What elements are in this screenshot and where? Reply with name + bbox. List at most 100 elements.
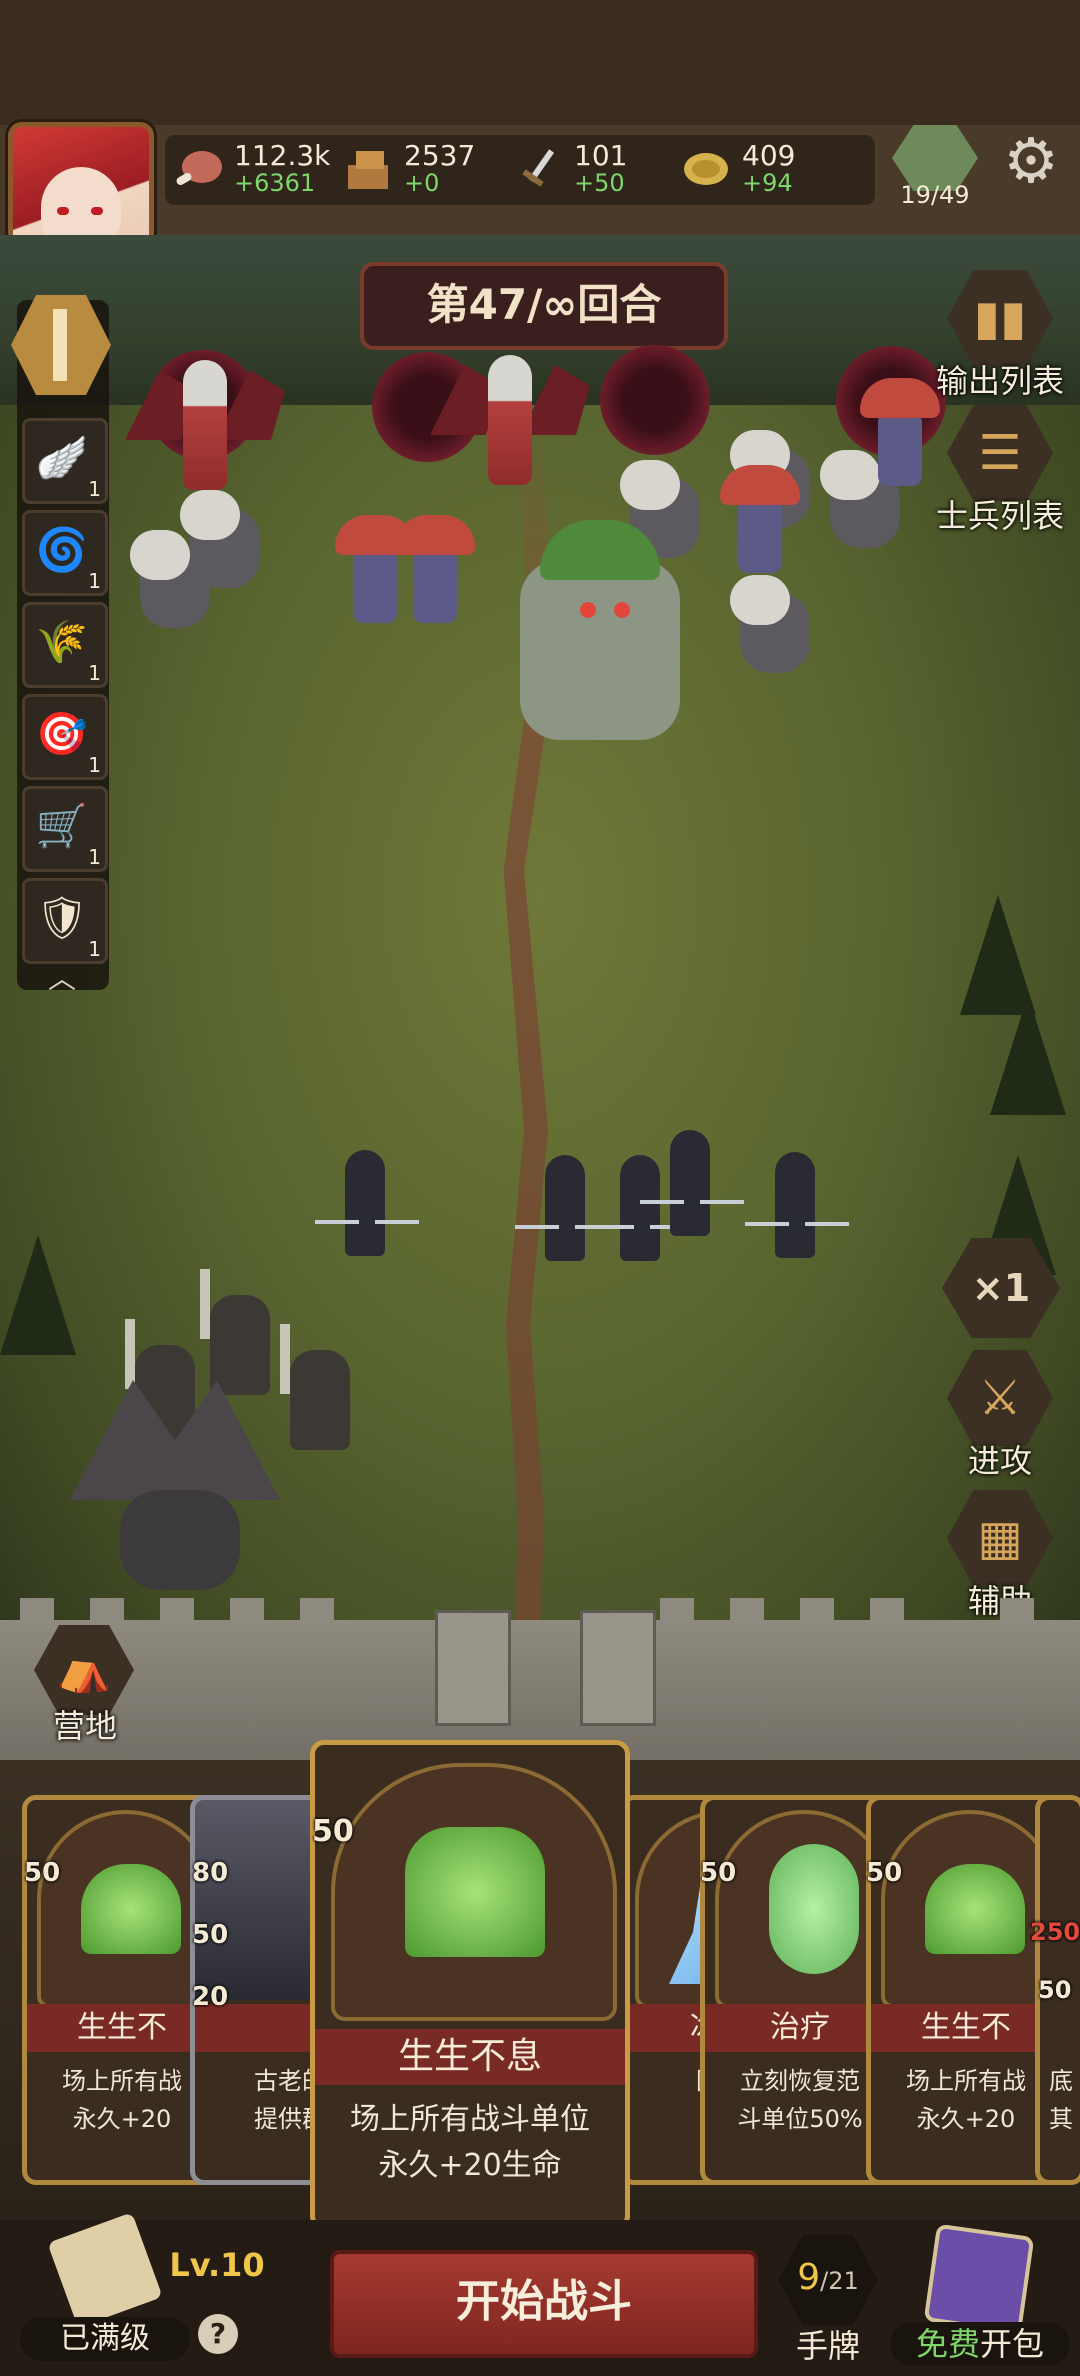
card-description: 场上所有战永久+20	[881, 2062, 1051, 2138]
population-count: 19/49	[900, 181, 970, 209]
desc-line: 永久+20	[916, 2105, 1016, 2133]
body	[413, 549, 457, 623]
card-cost-meat: 250	[1030, 1918, 1080, 1946]
maxed-label: 已满级	[20, 2317, 190, 2361]
card-description: 场上所有战斗单位 永久+20生命	[331, 2097, 609, 2189]
shield-icon: 🛡	[35, 893, 89, 942]
open-pack-button[interactable]: 免费开包	[890, 2223, 1070, 2370]
cap	[395, 515, 475, 555]
meat-icon	[176, 151, 222, 185]
desc-line: 其	[1049, 2105, 1073, 2133]
soldier-list-button[interactable]: ☰ 士兵列表	[925, 405, 1075, 535]
output-list-button[interactable]: ▮▮ 输出列表	[925, 270, 1075, 400]
dragon-rider-ally	[70, 1370, 280, 1600]
card-art	[331, 1763, 617, 2021]
avatar-eye	[57, 207, 69, 215]
blade	[700, 1200, 744, 1204]
skill-slot[interactable]: 🌀 1	[22, 510, 108, 596]
open-pack-label: 免费开包	[890, 2322, 1070, 2366]
blade	[375, 1220, 419, 1224]
stone-golem-enemy	[500, 520, 700, 740]
card-title: 生生不息	[315, 2029, 625, 2085]
body	[545, 1155, 585, 1261]
green-heart-icon	[81, 1864, 181, 1954]
body	[670, 1130, 710, 1236]
target-icon: 🎯	[35, 709, 89, 758]
gate-tower	[580, 1610, 656, 1726]
start-battle-button[interactable]: 开始战斗	[330, 2250, 758, 2358]
mushroom-mage-enemy	[720, 465, 800, 575]
crenel	[160, 1598, 194, 1624]
attack-button[interactable]: ⚔ 进攻	[925, 1350, 1075, 1480]
body	[488, 355, 532, 485]
desc-line: 立刻恢复范	[740, 2067, 860, 2095]
desc-line: 场上所有战	[906, 2067, 1026, 2095]
card-art	[881, 1810, 1059, 2008]
skill-slot[interactable]: 🎯 1	[22, 694, 108, 780]
crenel	[660, 1598, 694, 1624]
assassin-ally	[315, 1150, 419, 1260]
blade	[805, 1222, 849, 1226]
settings-gear-icon[interactable]: ⚙	[998, 128, 1064, 194]
wood-delta: +0	[404, 169, 440, 197]
scroll-icon	[47, 2212, 163, 2328]
desc-line: 斗单位50%	[737, 2105, 863, 2133]
collapse-arrow-icon[interactable]: ︿	[40, 965, 84, 993]
body	[345, 1150, 385, 1256]
round-counter: 第47/∞回合	[360, 262, 728, 350]
skill-slot[interactable]: 🪽 1	[22, 418, 108, 504]
skill-slot[interactable]: 🛡 1	[22, 878, 108, 964]
crenel	[1000, 1598, 1034, 1624]
card-cost: 50	[312, 1814, 354, 1849]
card-cost: 50	[700, 1858, 737, 1888]
body	[120, 1490, 240, 1590]
desc-line: 底	[1049, 2067, 1073, 2095]
cap	[720, 465, 800, 505]
dark-portal	[600, 345, 710, 455]
wood-icon	[348, 151, 388, 189]
body	[878, 412, 922, 486]
hero-skill-button[interactable]	[5, 295, 115, 395]
population-button[interactable]: 19/49	[888, 125, 982, 215]
grid-glyph: ▦	[977, 1510, 1023, 1566]
blade	[745, 1222, 789, 1226]
golem-eye	[614, 602, 630, 618]
top-band	[0, 0, 1080, 125]
head	[620, 460, 680, 510]
dragon-wings	[70, 1380, 280, 1500]
skill-slot[interactable]: 🌾 1	[22, 602, 108, 688]
avatar-eye	[91, 207, 103, 215]
crenel	[870, 1598, 904, 1624]
assassin-ally	[745, 1152, 849, 1262]
camp-button[interactable]: ⛺ 营地	[30, 1625, 140, 1755]
card-description: 底其	[1046, 2062, 1076, 2138]
card-cost-gold: 20	[192, 1982, 229, 2012]
attack-label: 进攻	[967, 1442, 1032, 1480]
help-icon[interactable]: ?	[198, 2314, 238, 2354]
body	[353, 549, 397, 623]
boar-warrior-enemy	[730, 575, 820, 675]
body	[520, 560, 680, 740]
card-regen-selected[interactable]: 生生不息 场上所有战斗单位 永久+20生命	[310, 1740, 630, 2230]
soldier-list-label: 士兵列表	[935, 497, 1064, 535]
hand-cards-button[interactable]: 9/21 手牌	[768, 2235, 888, 2365]
desc-line: 永久+20生命	[378, 2148, 562, 2183]
boar-warrior-enemy	[180, 490, 270, 590]
assassin-ally	[515, 1155, 619, 1265]
gold-value: 409	[742, 139, 796, 172]
body	[738, 499, 782, 573]
blade	[315, 1220, 359, 1224]
blade	[640, 1200, 684, 1204]
wood-value: 2537	[404, 139, 476, 172]
coin-icon	[684, 153, 728, 185]
succubus-enemy	[430, 345, 590, 495]
green-heart-icon	[925, 1864, 1025, 1954]
vortex-icon: 🌀	[35, 525, 89, 574]
crenel	[800, 1598, 834, 1624]
succubus-enemy	[125, 350, 285, 500]
potion-icon	[769, 1844, 859, 1974]
mushroom-mage-enemy	[395, 515, 475, 625]
desc-line: 永久+20	[72, 2105, 172, 2133]
hand-total: /21	[820, 2267, 859, 2295]
skill-slot[interactable]: 🛒 1	[22, 786, 108, 872]
